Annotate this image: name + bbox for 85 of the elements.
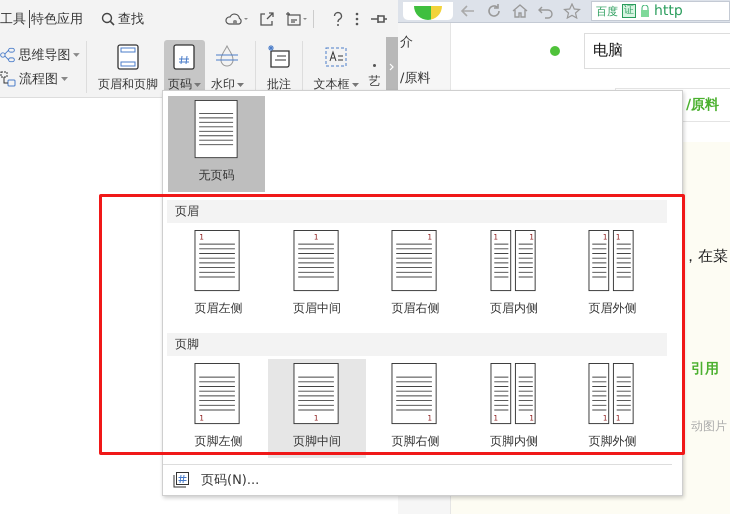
url-text: http	[654, 3, 683, 19]
page-number: 1	[428, 413, 432, 422]
page-number: 1	[603, 232, 608, 242]
page-number: 1	[603, 413, 608, 422]
ribbon-button[interactable]: 水印	[206, 40, 248, 97]
page-drawing	[194, 230, 240, 292]
lock-icon	[640, 5, 650, 17]
body-text: ，在菜	[683, 247, 729, 266]
search-icon	[101, 12, 115, 26]
more-icon[interactable]	[354, 10, 360, 26]
page-drawing	[293, 363, 338, 424]
frame-icon[interactable]	[285, 10, 309, 26]
menu-item[interactable]: 页码(N)...	[163, 465, 682, 495]
caret-icon	[236, 82, 244, 86]
page-number: 1	[616, 232, 621, 242]
page-number: 1	[616, 413, 621, 422]
page-number: 1	[493, 232, 498, 242]
search-button[interactable]: 查找	[101, 10, 144, 28]
menu-option[interactable]: 1 1 页脚内侧	[464, 359, 563, 458]
menu-option[interactable]: 1 页眉中间	[268, 226, 366, 326]
page-number: 1	[528, 232, 534, 242]
menu-option[interactable]: 1 页眉左侧	[169, 226, 268, 326]
address-bar[interactable]: 百度 证 http	[591, 1, 730, 21]
menu-option[interactable]: 1 1 页眉内侧	[464, 226, 563, 326]
sidebar-item[interactable]: 介	[398, 33, 450, 51]
menu-option[interactable]: 1 页脚右侧	[366, 359, 464, 458]
flowchart-icon	[0, 71, 16, 87]
page-drawing	[194, 363, 240, 424]
header-footer-icon	[116, 44, 139, 70]
menu-option[interactable]: 1 页脚左侧	[169, 359, 268, 458]
search-field[interactable]: 电脑	[584, 32, 730, 68]
page-drawing	[392, 230, 437, 292]
menu-option[interactable]: 1 页眉右侧	[366, 226, 464, 326]
refresh-icon[interactable]	[485, 3, 503, 19]
ribbon-button[interactable]: 页眉和页脚	[94, 40, 162, 97]
home-icon[interactable]	[511, 3, 529, 19]
menu-option[interactable]: 无页码	[168, 96, 265, 192]
caption-text: 动图片	[691, 418, 728, 435]
cloud-icon[interactable]	[225, 10, 249, 26]
menu-option[interactable]: 1 页脚中间	[268, 359, 366, 458]
browser-logo-icon[interactable]	[403, 2, 453, 20]
caret-icon	[61, 77, 68, 81]
page-number: 1	[528, 413, 534, 422]
menu-option[interactable]: 1 1 页眉外侧	[563, 226, 647, 326]
ribbon-button[interactable]: 批注	[262, 40, 295, 97]
caret-icon	[73, 53, 80, 57]
page-number: 1	[314, 413, 318, 422]
page-number-icon	[173, 44, 196, 70]
page-number: 1	[314, 232, 318, 242]
star-icon[interactable]	[563, 3, 581, 19]
two-page-drawing	[490, 230, 536, 292]
page-number: 1	[199, 413, 204, 422]
ribbon-button[interactable]: 文本框	[310, 40, 363, 97]
section-heading: /原料	[686, 96, 720, 114]
ribbon-button[interactable]: 流程图	[0, 70, 80, 88]
menu-option[interactable]: 1 1 页脚外侧	[563, 359, 647, 458]
sidebar-item[interactable]: /原料	[398, 69, 450, 87]
page-drawing	[194, 100, 238, 158]
caret-icon	[352, 82, 359, 86]
caret-icon	[194, 82, 201, 86]
menu-tab[interactable]: 特色应用	[31, 10, 85, 28]
status-dot	[550, 46, 560, 56]
page-number: 1	[199, 232, 204, 242]
ribbon-button[interactable]: 艺	[364, 40, 385, 97]
verified-badge: 证	[622, 4, 636, 18]
share-icon[interactable]	[259, 10, 275, 26]
help-icon[interactable]	[332, 10, 344, 26]
section-header: 页眉	[167, 200, 667, 223]
ribbon-button[interactable]: 思维导图	[0, 46, 80, 64]
site-label: 百度	[596, 4, 618, 18]
page-number-icon	[173, 472, 189, 488]
section-header: 页脚	[167, 333, 667, 356]
comment-icon	[266, 44, 291, 70]
mind-map-icon	[0, 47, 16, 63]
page-number: 1	[428, 232, 432, 242]
back-icon[interactable]	[459, 3, 477, 19]
menu-tab[interactable]: 工具	[0, 10, 28, 28]
chevron-right-icon	[388, 63, 395, 71]
two-page-drawing	[588, 363, 634, 424]
page-drawing	[293, 230, 338, 292]
page-number: 1	[493, 413, 498, 422]
section-heading: 引用	[691, 361, 719, 377]
page-drawing	[392, 363, 437, 424]
two-page-drawing	[588, 230, 634, 292]
two-page-drawing	[490, 363, 536, 424]
